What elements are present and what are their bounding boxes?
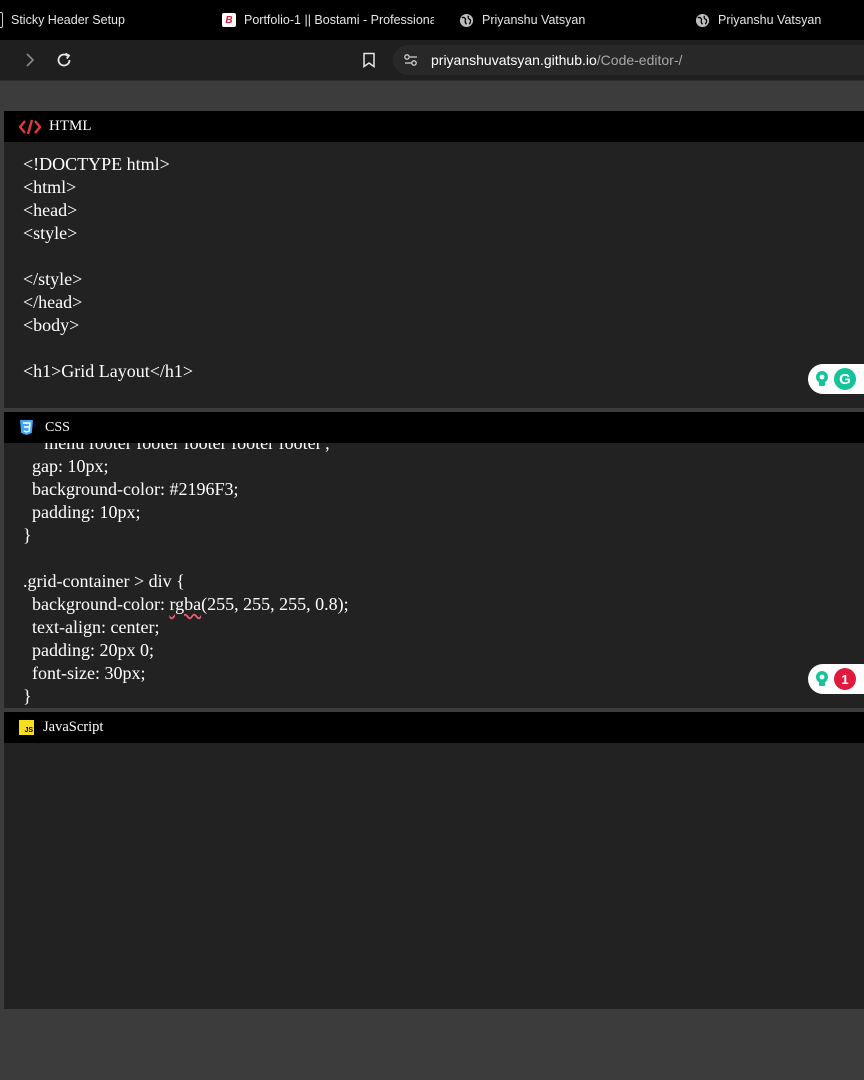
html-code[interactable]: <!DOCTYPE html> <html> <head> <style> </… [23, 153, 193, 383]
globe-icon [695, 13, 710, 27]
html-panel-label: HTML [49, 118, 92, 134]
css3-shield-icon [20, 420, 33, 435]
tab-title: Portfolio-1 || Bostami - Professional [244, 13, 434, 27]
js-panel-label: JavaScript [43, 719, 104, 735]
address-bar[interactable]: priyanshuvatsyan.github.io/Code-editor-/ [393, 45, 864, 75]
forward-button[interactable] [18, 48, 42, 72]
browser-toolbar: priyanshuvatsyan.github.io/Code-editor-/ [0, 40, 864, 81]
lightbulb-icon [816, 371, 828, 386]
bostami-favicon-icon: B [222, 13, 236, 27]
tune-icon[interactable] [403, 52, 419, 68]
tab-title: Priyanshu Vatsyan [482, 13, 586, 27]
tab-priyanshu-2[interactable]: Priyanshu Vatsyan [695, 0, 864, 40]
tab-portfolio[interactable]: B Portfolio-1 || Bostami - Professional [222, 0, 434, 40]
url-text: priyanshuvatsyan.github.io/Code-editor-/ [431, 52, 682, 68]
grammarly-css-button[interactable]: 1 [808, 664, 864, 694]
css-code-top: 'menu footer footer footer footer footer… [23, 433, 330, 614]
lightbulb-icon [816, 671, 828, 686]
reload-icon [57, 52, 71, 67]
tab-priyanshu-1[interactable]: Priyanshu Vatsyan [459, 0, 669, 40]
chevron-right-icon [26, 53, 35, 67]
css-panel-label: CSS [45, 419, 70, 435]
html-editor[interactable]: <!DOCTYPE html> <html> <head> <style> </… [4, 142, 864, 408]
document-icon [0, 12, 3, 28]
css-code[interactable]: 'menu footer footer footer footer footer… [23, 432, 349, 708]
css-panel-header: CSS [4, 412, 864, 443]
css-editor[interactable]: 'menu footer footer footer footer footer… [4, 412, 864, 708]
url-path: /Code-editor-/ [596, 52, 683, 68]
bookmark-icon [363, 52, 375, 68]
css-code-flagged-word[interactable]: rgba [169, 594, 201, 614]
grammarly-issue-count: 1 [834, 668, 856, 690]
url-host: priyanshuvatsyan.github.io [431, 52, 597, 68]
js-panel-header: JS JavaScript [4, 712, 864, 743]
html-panel-header: HTML [4, 111, 864, 142]
js-logo-icon: JS [19, 720, 34, 735]
grammarly-icon: G [834, 368, 856, 390]
reload-button[interactable] [52, 48, 76, 72]
tab-strip: Sticky Header Setup B Portfolio-1 || Bos… [0, 0, 864, 40]
tab-title: Sticky Header Setup [11, 13, 125, 27]
tab-sticky-header[interactable]: Sticky Header Setup [0, 0, 198, 40]
js-editor[interactable] [4, 743, 864, 1009]
code-brackets-icon [19, 119, 41, 134]
globe-icon [459, 13, 474, 27]
bookmark-button[interactable] [357, 48, 381, 72]
tab-title: Priyanshu Vatsyan [718, 13, 822, 27]
grammarly-html-button[interactable]: G [808, 364, 864, 394]
